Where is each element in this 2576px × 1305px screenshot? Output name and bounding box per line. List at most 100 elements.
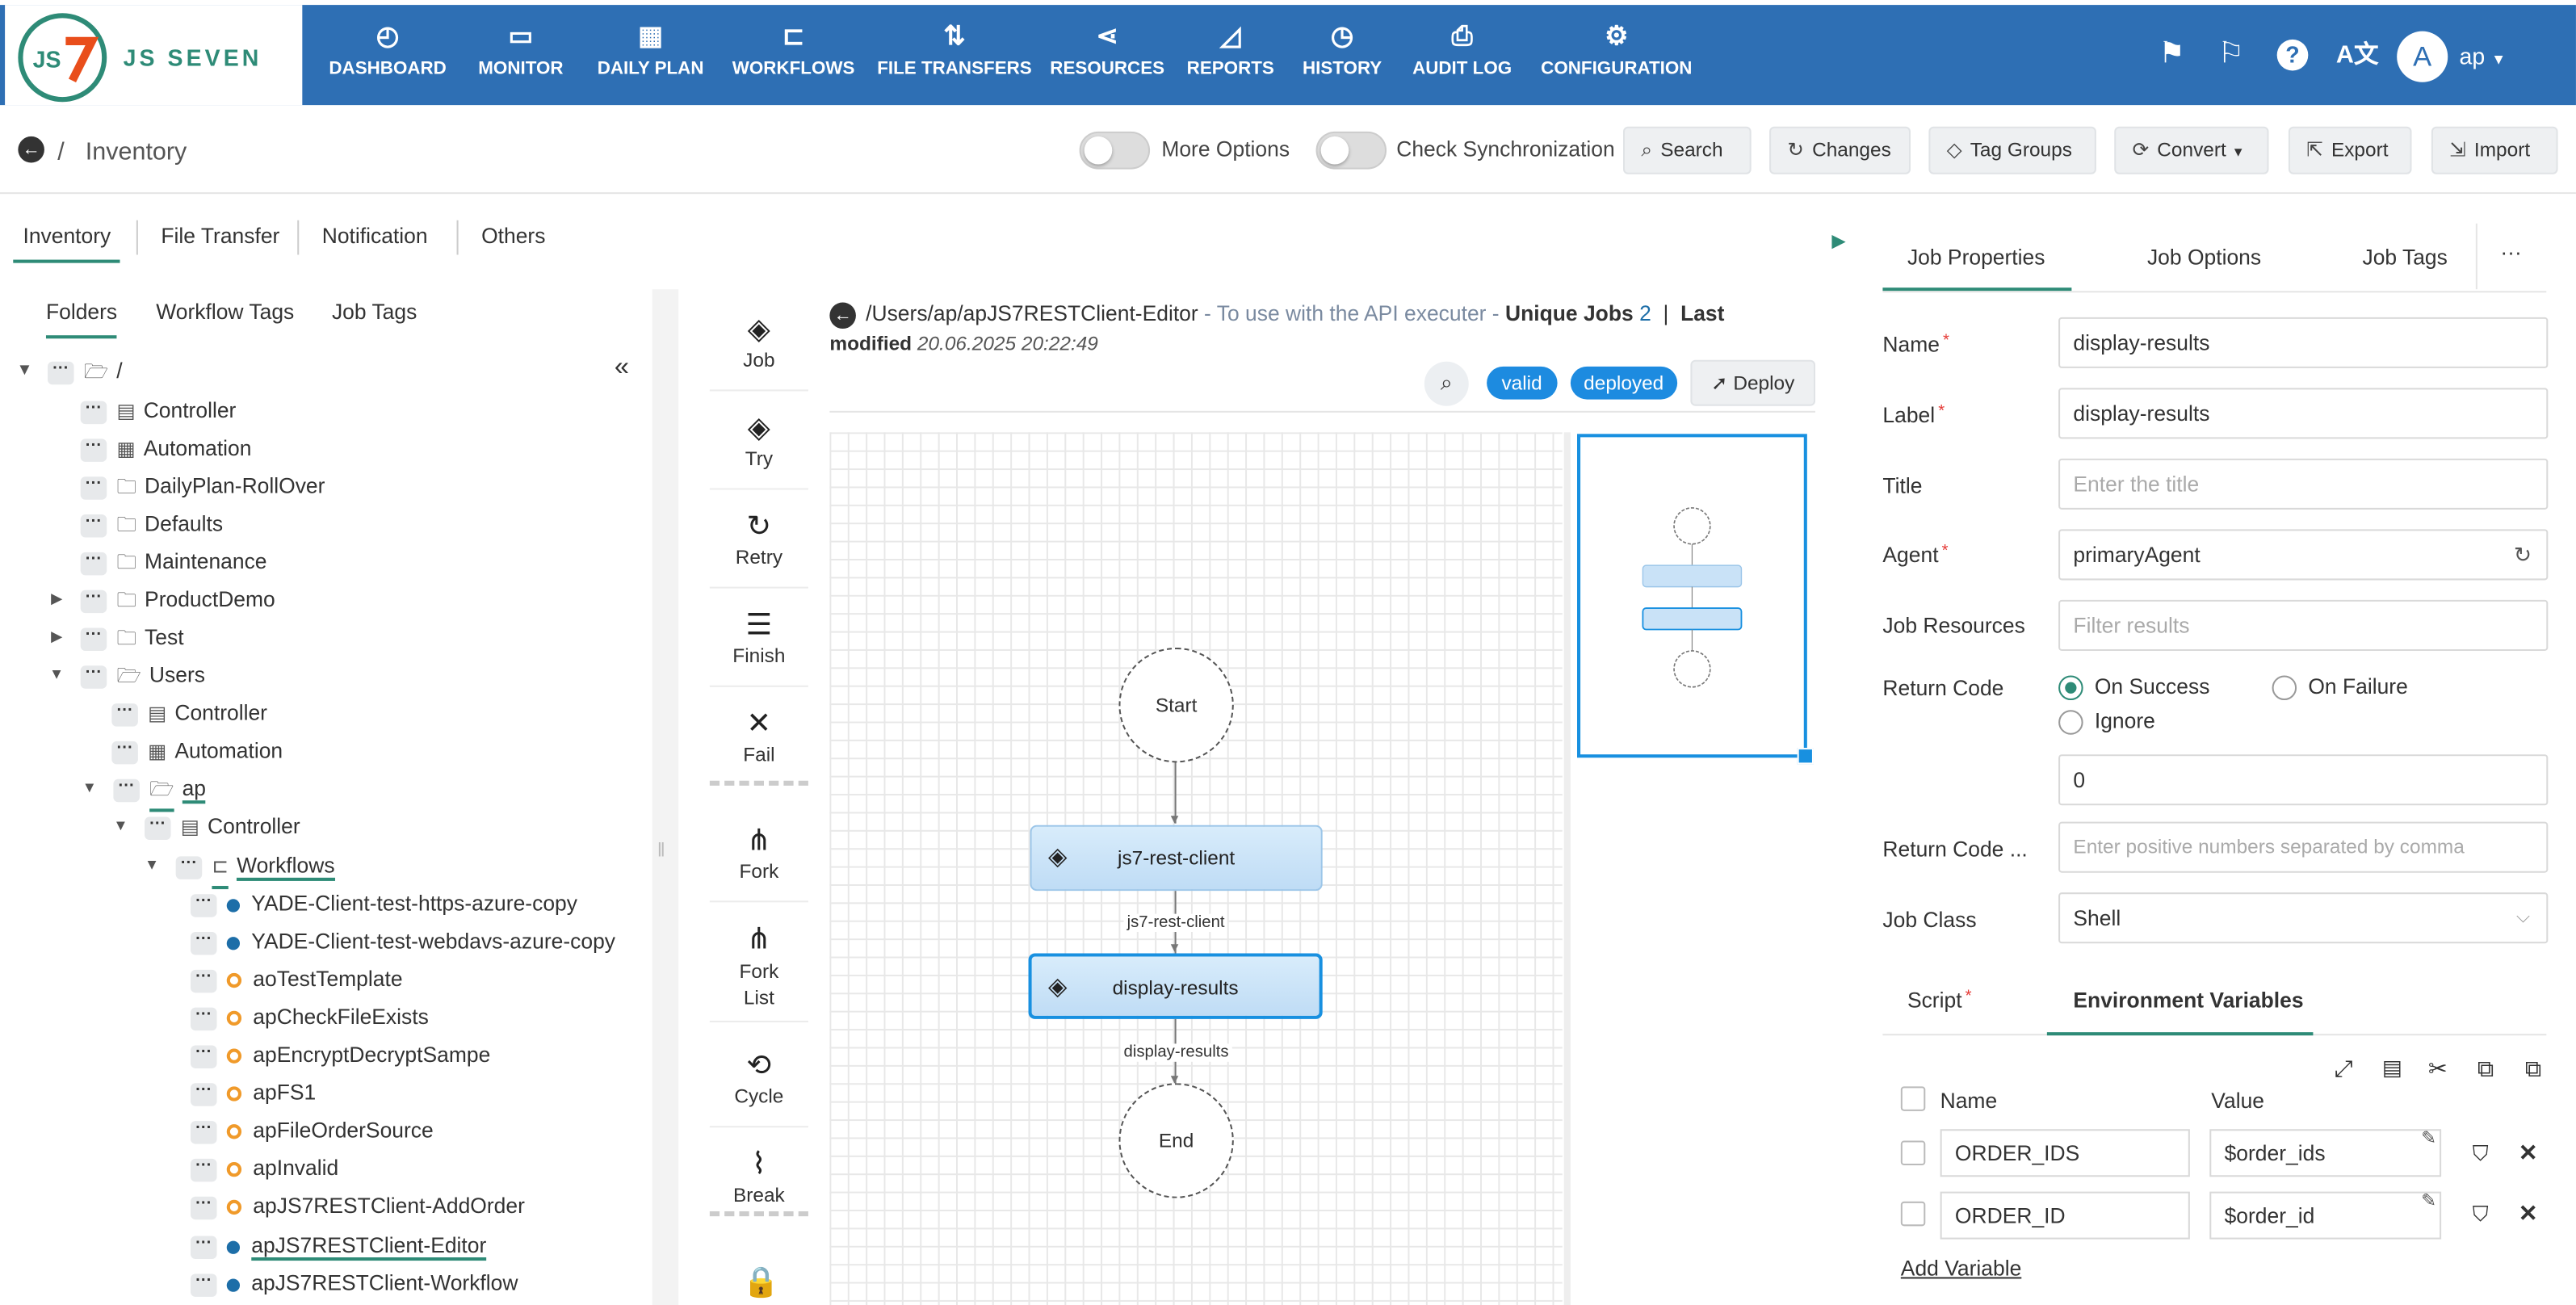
tab-others[interactable]: Others (472, 224, 556, 263)
return-code-input[interactable]: 0 (2058, 754, 2549, 806)
row-menu-icon[interactable]: ··· (80, 627, 107, 651)
tab-job-properties[interactable]: Job Properties (1907, 245, 2045, 270)
tab-script[interactable]: Script * (1907, 988, 1972, 1013)
canvas-scrollbar[interactable] (1563, 432, 1571, 1305)
workflow-item[interactable]: ··· aoTestTemplate (190, 960, 403, 998)
row-menu-icon[interactable]: ··· (111, 740, 138, 764)
expanded-caret-icon[interactable]: ▼ (49, 656, 64, 694)
workflow-item[interactable]: ··· apJS7RESTClient-AddOrder (190, 1186, 525, 1224)
remove-icon[interactable]: ✕ (2519, 1139, 2538, 1167)
palette-finish[interactable]: ☰ Finish (709, 591, 808, 687)
remove-icon[interactable]: ✕ (2519, 1200, 2538, 1228)
check-sync-toggle[interactable] (1315, 131, 1387, 170)
nav-dashboard[interactable]: ◴ DASHBOARD (322, 5, 454, 105)
nav-configuration[interactable]: ⚙ CONFIGURATION (1534, 5, 1698, 105)
nav-daily-plan[interactable]: ▦ DAILY PLAN (588, 5, 713, 105)
tab-file-transfer[interactable]: File Transfer (151, 224, 289, 263)
shield-icon[interactable]: ⛉ (2473, 1140, 2489, 1167)
cut-icon[interactable]: ✂ (2428, 1055, 2448, 1084)
back-icon[interactable]: ← (18, 136, 44, 163)
expand-icon[interactable]: ⤢ (2335, 1055, 2353, 1084)
workflow-item[interactable]: ··· YADE-Client-test-https-azure-copy (190, 884, 577, 922)
workflow-item[interactable]: ··· apJS7RESTClient-Workflow (190, 1264, 518, 1302)
tree-item-controller[interactable]: ▼ ··· ▤ Controller (113, 807, 300, 845)
edit-icon[interactable]: ✎ (2421, 1118, 2436, 1162)
row-menu-icon[interactable]: ··· (80, 475, 107, 499)
workflow-item[interactable]: ··· apInvalid (190, 1149, 338, 1187)
workflow-item[interactable]: ··· apFileOrderSource (190, 1111, 434, 1149)
workflow-item-selected[interactable]: ··· apJS7RESTClient-Editor (190, 1226, 487, 1264)
radio-on-success[interactable]: On Success (2058, 673, 2209, 701)
help-icon[interactable]: ? (2276, 39, 2309, 71)
return-code-warning-input[interactable]: Enter positive numbers separated by comm… (2058, 821, 2549, 873)
workflow-item[interactable]: ··· apEncryptDecryptSampe (190, 1035, 490, 1073)
changes-button[interactable]: ↻ Changes (1769, 126, 1911, 174)
nav-workflows[interactable]: ⊏ WORKFLOWS (726, 5, 861, 105)
start-node[interactable]: Start (1118, 647, 1234, 763)
row-menu-icon[interactable]: ··· (80, 400, 107, 424)
palette-cycle[interactable]: ⟲ Cycle (709, 1032, 808, 1128)
more-options-toggle[interactable] (1079, 131, 1151, 170)
collapse-panel-icon[interactable]: ▶ (1831, 230, 1845, 251)
job-resources-input[interactable]: Filter results (2058, 599, 2549, 651)
row-menu-icon[interactable]: ··· (190, 1081, 217, 1106)
subtab-workflow-tags[interactable]: Workflow Tags (156, 299, 294, 338)
refresh-icon[interactable]: ↻ (2514, 531, 2532, 578)
nav-resources[interactable]: ⋖ RESOURCES (1048, 5, 1166, 105)
flags-icon[interactable]: ⚐ (2217, 36, 2244, 71)
workflow-item[interactable]: ··· apCheckFileExists (190, 997, 429, 1035)
tab-job-tags[interactable]: Job Tags (2362, 245, 2447, 270)
job-class-select[interactable]: Shell ⌵ (2058, 892, 2549, 944)
nav-file-transfers[interactable]: ⇅ FILE TRANSFERS (874, 5, 1034, 105)
tab-notification[interactable]: Notification (313, 224, 438, 263)
row-menu-icon[interactable]: ··· (190, 1044, 217, 1068)
row-checkbox[interactable] (1900, 1201, 1926, 1227)
palette-retry[interactable]: ↻ Retry (709, 493, 808, 589)
tree-item-controller[interactable]: ··· ▤ Controller (80, 391, 236, 429)
row-menu-icon[interactable]: ··· (190, 892, 217, 917)
env-name-input[interactable]: ORDER_IDS (1940, 1129, 2190, 1177)
shield-icon[interactable]: ⛉ (2473, 1202, 2489, 1228)
copy-icon[interactable]: ⧉ (2477, 1055, 2494, 1084)
job-node-display-results[interactable]: ◈ display-results (1028, 953, 1323, 1019)
tree-folder[interactable]: ··· 🗀 Defaults (80, 505, 223, 543)
row-menu-icon[interactable]: ··· (113, 778, 140, 802)
row-menu-icon[interactable]: ··· (47, 360, 74, 384)
tree-item-controller[interactable]: ··· ▤ Controller (111, 694, 267, 732)
row-menu-icon[interactable]: ··· (190, 1119, 217, 1143)
user-menu[interactable]: ap ▼ (2459, 43, 2506, 69)
env-name-input[interactable]: ORDER_ID (1940, 1191, 2190, 1240)
more-tabs-icon[interactable]: ··· (2500, 240, 2521, 265)
row-menu-icon[interactable]: ··· (145, 816, 171, 840)
tree-folder[interactable]: ··· 🗀 Maintenance (80, 543, 267, 581)
row-menu-icon[interactable]: ··· (80, 513, 107, 537)
palette-fork-list[interactable]: ⋔ Fork List (709, 905, 808, 1022)
collapse-tree-icon[interactable]: « (615, 354, 629, 384)
lock-icon[interactable]: 🔒 (743, 1265, 780, 1300)
paste-icon[interactable]: ⧉ (2525, 1055, 2541, 1084)
select-all-checkbox[interactable] (1900, 1086, 1926, 1111)
edit-icon[interactable]: ✎ (2421, 1180, 2436, 1224)
flag-icon[interactable]: ⚑ (2159, 36, 2185, 71)
palette-try[interactable]: ◈ Try (709, 394, 808, 490)
expanded-caret-icon[interactable]: ▼ (16, 352, 32, 390)
row-menu-icon[interactable]: ··· (190, 1235, 217, 1259)
tree-folder[interactable]: ··· 🗀 DailyPlan-RollOver (80, 467, 325, 505)
expanded-caret-icon[interactable]: ▼ (113, 807, 128, 845)
tree-item-workflows[interactable]: ▼ ··· ⊏ Workflows (145, 846, 335, 890)
minimap-resize-handle[interactable] (1797, 748, 1814, 765)
env-value-input[interactable]: $order_id ✎ (2209, 1191, 2442, 1240)
row-menu-icon[interactable]: ··· (190, 1006, 217, 1030)
nav-audit-log[interactable]: ⎙ AUDIT LOG (1403, 5, 1521, 105)
minimap[interactable] (1577, 434, 1807, 758)
row-checkbox[interactable] (1900, 1140, 1926, 1166)
title-input[interactable]: Enter the title (2058, 458, 2549, 510)
workflow-item[interactable]: ··· apFS1 (190, 1073, 316, 1111)
env-value-input[interactable]: $order_ids ✎ (2209, 1129, 2442, 1177)
notes-icon[interactable]: ▤ (2382, 1055, 2402, 1082)
expanded-caret-icon[interactable]: ▼ (145, 846, 159, 884)
add-variable-link[interactable]: Add Variable (1901, 1256, 2021, 1281)
tab-inventory[interactable]: Inventory (13, 224, 121, 263)
row-menu-icon[interactable]: ··· (80, 589, 107, 613)
search-button[interactable]: ⌕ Search (1622, 126, 1752, 174)
